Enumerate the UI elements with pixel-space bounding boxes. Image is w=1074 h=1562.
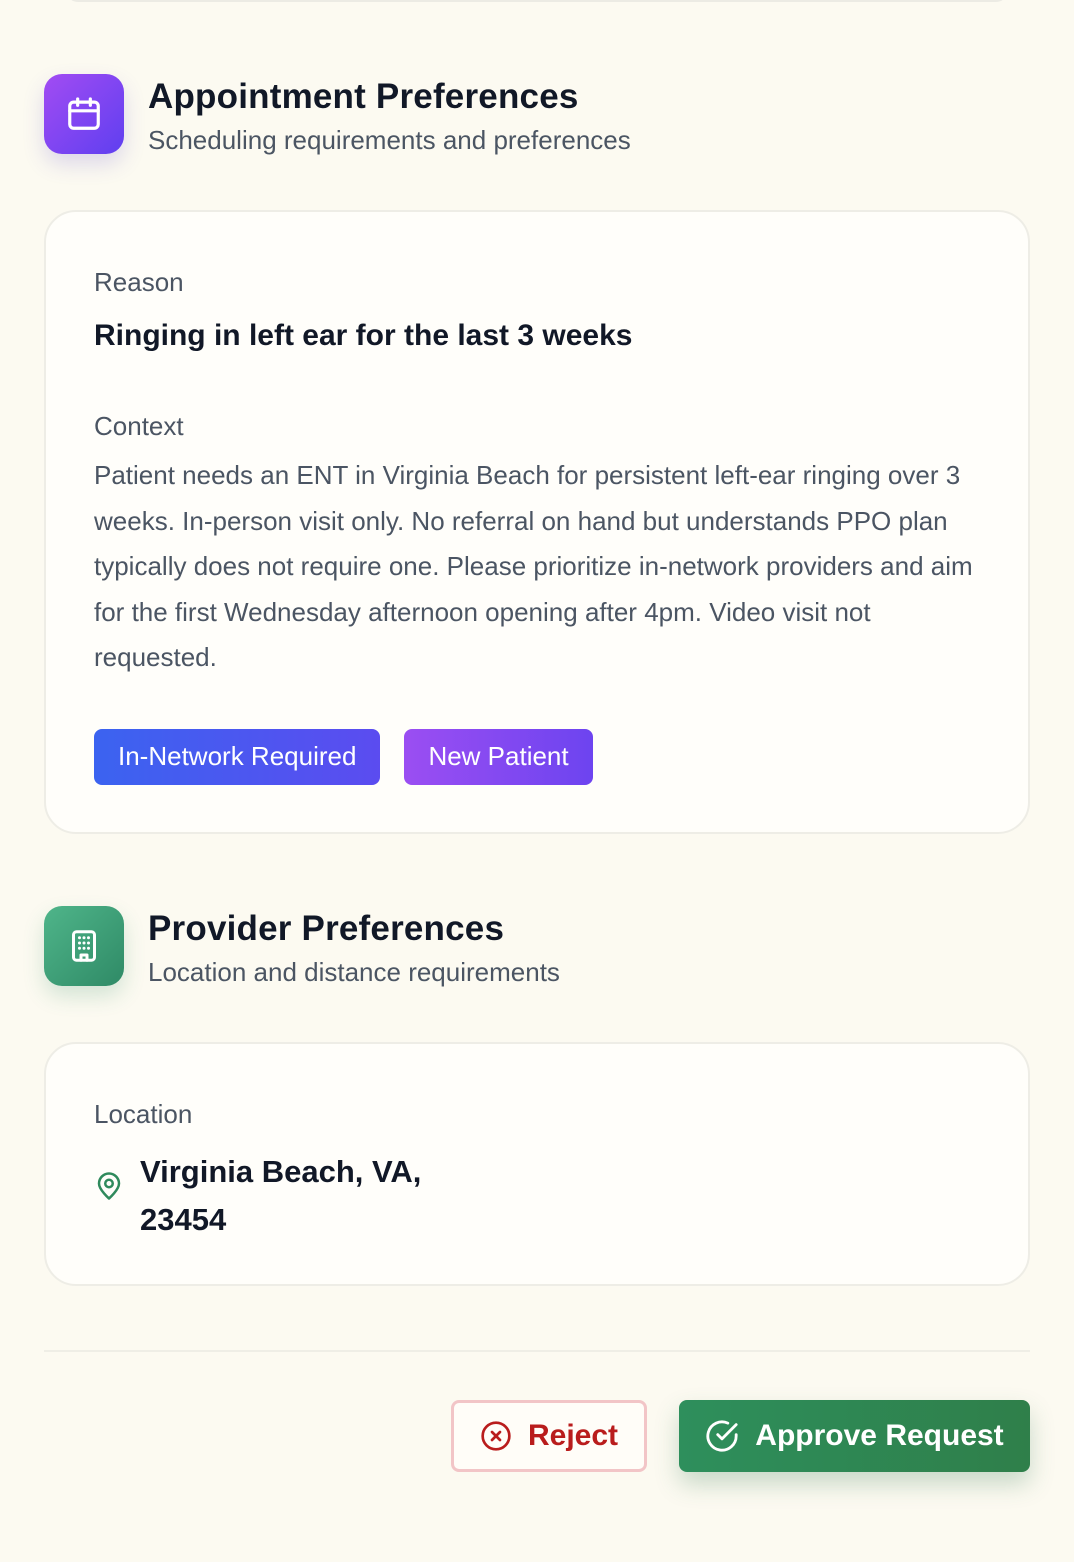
provider-section-subtitle: Location and distance requirements — [148, 957, 560, 987]
provider-section-title: Provider Preferences — [148, 909, 505, 948]
provider-section-header: Provider Preferences Location and distan… — [44, 906, 560, 988]
context-label: Context — [94, 411, 184, 441]
location-label: Location — [94, 1099, 193, 1129]
reason-value: Ringing in left ear for the last 3 weeks — [94, 319, 633, 352]
context-value: Patient needs an ENT in Virginia Beach f… — [94, 460, 973, 672]
appointment-card: Reason Ringing in left ear for the last … — [44, 210, 1030, 834]
tag-in-network-required: In-Network Required — [94, 728, 381, 785]
approve-label: Approve Request — [755, 1419, 1004, 1452]
reject-button[interactable]: Reject — [451, 1400, 647, 1472]
actions-divider — [44, 1350, 1030, 1352]
approve-request-button[interactable]: Approve Request — [679, 1400, 1030, 1472]
appointment-section-title: Appointment Preferences — [148, 77, 579, 116]
appointment-icon-tile — [44, 74, 124, 154]
building-icon — [72, 930, 96, 962]
tag-new-patient: New Patient — [404, 728, 593, 785]
reject-label: Reject — [527, 1419, 619, 1452]
check-circle-icon — [706, 1420, 738, 1452]
previous-card-edge — [66, 0, 1008, 2]
provider-card: Location Virginia Beach, VA, 23454 — [44, 1042, 1030, 1286]
map-pin-icon — [97, 1172, 121, 1200]
preference-tags: In-Network Required New Patient — [94, 728, 980, 785]
appointment-section-subtitle: Scheduling requirements and preferences — [148, 125, 631, 155]
provider-icon-tile — [44, 906, 124, 986]
location-row: Virginia Beach, VA, 23454 — [94, 1148, 980, 1244]
x-circle-icon — [481, 1421, 511, 1451]
appointment-section-header: Appointment Preferences Scheduling requi… — [44, 74, 631, 156]
reason-label: Reason — [94, 267, 184, 297]
location-value: Virginia Beach, VA, 23454 — [140, 1154, 422, 1237]
calendar-icon — [68, 97, 100, 130]
